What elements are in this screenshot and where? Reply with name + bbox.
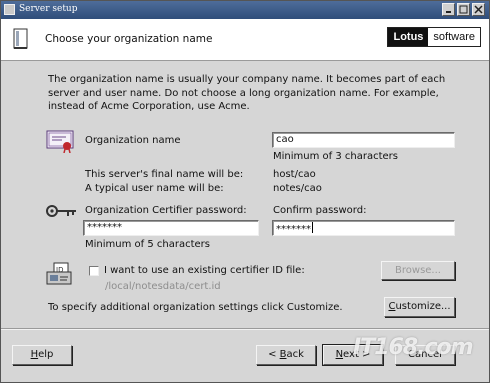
- confirm-password-input[interactable]: *******: [272, 220, 455, 236]
- minimize-icon[interactable]: [442, 3, 455, 16]
- use-existing-id-checkbox[interactable]: [89, 266, 99, 276]
- user-name-value: notes/cao: [273, 183, 322, 194]
- intro-text: The organization name is usually your co…: [48, 74, 446, 112]
- server-name-value: host/cao: [273, 169, 316, 180]
- window-title: Server setup: [19, 4, 78, 14]
- browse-button[interactable]: Browse...: [381, 261, 455, 280]
- maximize-icon[interactable]: [457, 3, 470, 16]
- organization-name-hint: Minimum of 3 characters: [273, 151, 398, 162]
- id-card-icon: ID: [46, 262, 74, 289]
- footer-divider: [1, 328, 489, 330]
- customize-button-label: ustomize...: [395, 301, 451, 312]
- logo-brand: Lotus: [388, 28, 429, 46]
- user-name-label: A typical user name will be:: [85, 183, 224, 194]
- customize-button[interactable]: Customize...: [384, 297, 455, 317]
- back-button-prefix: <: [268, 349, 280, 360]
- logo-suffix: software: [428, 28, 480, 46]
- confirm-password-label: Confirm password:: [273, 205, 367, 216]
- organization-name-label: Organization name: [85, 135, 181, 146]
- id-file-path: /local/notesdata/cert.id: [105, 281, 221, 292]
- help-button[interactable]: Help: [12, 345, 72, 365]
- organization-name-input[interactable]: cao: [272, 132, 455, 148]
- back-mnemonic: B: [279, 349, 287, 360]
- certificate-icon: [46, 129, 76, 156]
- password-hint: Minimum of 5 characters: [85, 239, 210, 250]
- help-mnemonic: H: [30, 349, 39, 360]
- page-heading: Choose your organization name: [45, 33, 213, 45]
- next-mnemonic: N: [335, 349, 344, 360]
- watermark-logo: IT168.com: [353, 335, 474, 360]
- back-button[interactable]: < Back: [256, 345, 316, 365]
- wizard-header: Choose your organization name Lotus soft…: [1, 19, 489, 61]
- title-bar[interactable]: Server setup: [1, 1, 489, 19]
- help-button-label: elp: [38, 349, 54, 360]
- certifier-password-input[interactable]: *******: [83, 220, 259, 236]
- lotus-software-logo: Lotus software: [387, 27, 481, 47]
- certifier-password-label: Organization Certifier password:: [85, 205, 247, 216]
- server-setup-window: Server setup Choose your organization na…: [0, 0, 490, 383]
- window-menu-icon[interactable]: [4, 4, 15, 15]
- key-icon: [46, 204, 78, 221]
- customize-text: To specify additional organization setti…: [48, 302, 343, 313]
- close-icon[interactable]: [472, 3, 485, 16]
- document-page-icon: [13, 28, 29, 53]
- server-name-label: This server's final name will be:: [85, 169, 244, 180]
- use-existing-id-label[interactable]: I want to use an existing certifier ID f…: [104, 265, 305, 276]
- back-button-label: ack: [286, 349, 304, 360]
